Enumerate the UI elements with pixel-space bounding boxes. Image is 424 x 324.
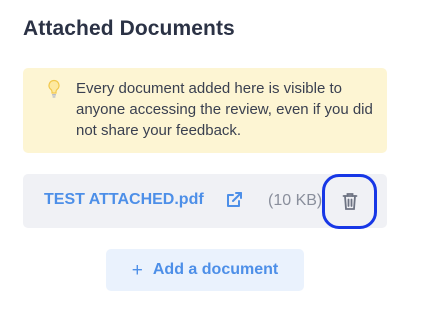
attachment-row: TEST ATTACHED.pdf (10 KB) — [23, 174, 387, 229]
notice-text: Every document added here is visible to … — [76, 80, 373, 139]
external-link-icon[interactable] — [225, 191, 243, 209]
add-document-label: Add a document — [152, 261, 279, 278]
attachment-size: (10 KB) — [268, 192, 323, 209]
add-document-button[interactable]: + Add a document — [106, 249, 304, 291]
attachment-name-link[interactable]: TEST ATTACHED.pdf — [44, 191, 204, 209]
trash-icon — [342, 193, 358, 210]
section-title: Attached Documents — [23, 17, 235, 40]
plus-icon: + — [131, 259, 143, 281]
lightbulb-icon — [48, 79, 60, 98]
delete-attachment-button[interactable] — [322, 174, 377, 229]
info-notice: Every document added here is visible to … — [23, 68, 387, 153]
